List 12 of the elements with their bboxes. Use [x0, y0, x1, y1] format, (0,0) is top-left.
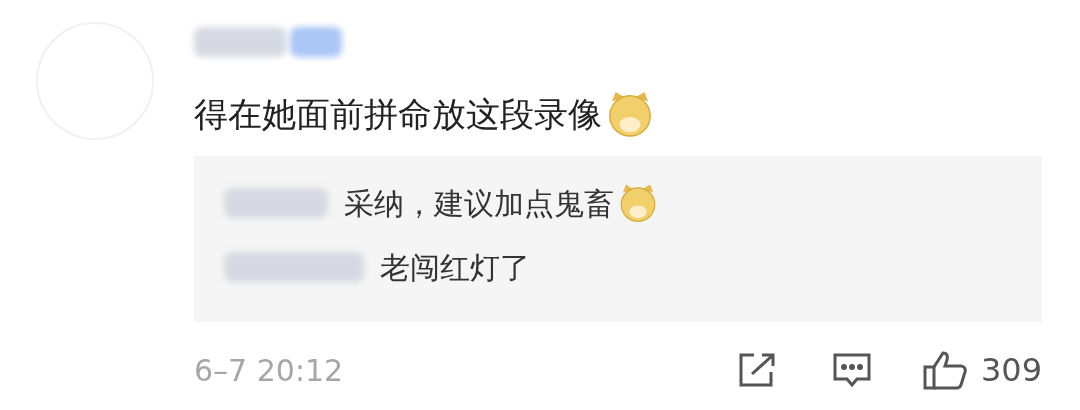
blurred-name[interactable] [224, 188, 328, 218]
reply-text: 采纳，建议加点鬼畜 [344, 184, 614, 223]
like-count: 309 [980, 350, 1042, 391]
share-icon[interactable] [737, 352, 776, 388]
reply-text: 老闯红灯了 [380, 248, 530, 287]
comment-text: 得在她面前拼命放这段录像 [194, 92, 602, 136]
timestamp: 6–7 20:12 [194, 351, 344, 390]
blurred-name[interactable] [290, 27, 342, 57]
blurred-name[interactable] [194, 27, 286, 57]
comment-icon[interactable] [832, 352, 871, 388]
blurred-name[interactable] [224, 252, 364, 282]
like-icon[interactable] [922, 350, 967, 390]
